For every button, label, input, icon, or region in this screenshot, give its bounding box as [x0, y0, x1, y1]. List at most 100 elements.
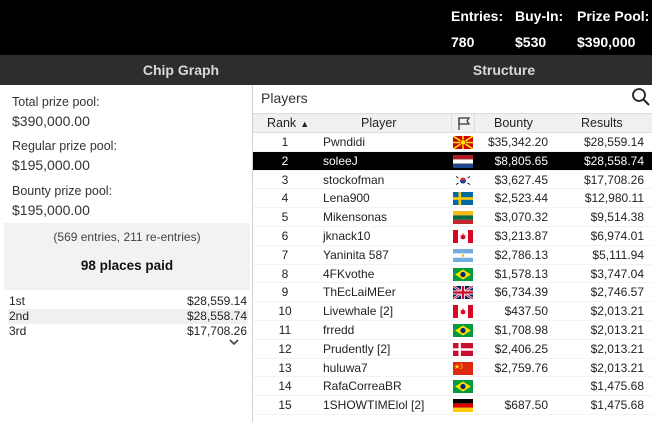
player-rank: 8: [281, 266, 289, 281]
tournament-header: Entries: 780 Buy-In: $530 Prize Pool: $3…: [0, 0, 652, 55]
player-result: $17,708.26: [583, 172, 644, 187]
player-row[interactable]: 11 frredd $1,708.98 $2,013.21: [253, 321, 652, 340]
denmark-flag: [453, 342, 473, 356]
results-column-header[interactable]: Results: [581, 114, 623, 133]
player-bounty: $687.50: [504, 398, 548, 413]
player-row[interactable]: 8 4FKvothe $1,578.13 $3,747.04: [253, 265, 652, 284]
total-prize-pool: Total prize pool: $390,000.00: [12, 95, 100, 129]
player-rank: 12: [278, 341, 292, 356]
buyin-value: $530: [515, 34, 547, 50]
player-rank: 7: [281, 247, 289, 262]
bounty-prize-pool-label: Bounty prize pool:: [12, 184, 113, 198]
player-result: $5,111.94: [592, 247, 644, 262]
player-rank: 10: [278, 304, 292, 319]
player-bounty: $3,070.32: [494, 210, 548, 225]
player-rank: 5: [281, 210, 289, 225]
player-bounty: $437.50: [504, 304, 548, 319]
player-bounty: $3,213.87: [494, 228, 548, 243]
players-table-body: 1 Pwndidi $35,342.20 $28,559.14 2 soleeJ $8,80…: [253, 133, 652, 415]
netherlands-flag: [453, 154, 473, 168]
player-rank: 14: [278, 379, 292, 394]
player-name: 4FKvothe: [323, 266, 375, 281]
player-name: RafaCorreaBR: [323, 379, 402, 394]
player-rank: 11: [278, 322, 292, 337]
player-rank: 2: [281, 153, 289, 168]
player-column-header[interactable]: Player: [361, 114, 396, 133]
player-row[interactable]: 3 stockofman $3,627.45 $17,708.26: [253, 171, 652, 190]
player-result: $2,013.21: [590, 304, 644, 319]
player-name: stockofman: [323, 172, 385, 187]
player-row[interactable]: 13 huluwa7 $2,759.76 $2,013.21: [253, 359, 652, 378]
player-row[interactable]: 14 RafaCorreaBR $1,475.68: [253, 377, 652, 397]
player-name: jknack10: [323, 228, 371, 243]
prize-pool-value: $390,000: [577, 34, 636, 50]
player-row[interactable]: 10 Livewhale [2] $437.50 $2,013.21: [253, 302, 652, 321]
search-icon[interactable]: [631, 87, 651, 107]
player-result: $1,475.68: [590, 398, 644, 413]
player-name: Prudently [2]: [323, 341, 391, 356]
player-row[interactable]: 1 Pwndidi $35,342.20 $28,559.14: [253, 133, 652, 152]
tab-chip-graph[interactable]: Chip Graph: [0, 55, 362, 85]
player-rank: 15: [278, 398, 292, 413]
player-row[interactable]: 7 Yaninita 587 $2,786.13 $5,111.94: [253, 246, 652, 265]
brazil-flag: [453, 380, 473, 394]
payout-list[interactable]: 1st $28,559.14 2nd $28,558.74 3rd $17,70…: [8, 294, 248, 339]
player-row[interactable]: 4 Lena900 $2,523.44 $12,980.11: [253, 189, 652, 209]
player-result: $2,013.21: [590, 360, 644, 375]
player-name: soleeJ: [323, 153, 358, 168]
rank-column-label: Rank: [267, 116, 297, 130]
chevron-down-icon[interactable]: [227, 337, 241, 347]
south-korea-flag: [453, 173, 473, 187]
payout-row: 3rd $17,708.26: [8, 324, 248, 339]
player-result: $28,559.14: [583, 135, 644, 149]
players-panel: Players Rank ▲ Player Bounty Results 1 Pwn…: [253, 85, 652, 422]
tab-structure[interactable]: Structure: [362, 55, 646, 85]
entries-stat: Entries: 780: [451, 8, 503, 50]
player-row[interactable]: 5 Mikensonas $3,070.32 $9,514.38: [253, 208, 652, 227]
player-row[interactable]: 15 1SHOWTIMElol [2] $687.50 $1,475.68: [253, 396, 652, 415]
north-macedonia-flag: [453, 136, 473, 149]
bounty-column-header[interactable]: Bounty: [494, 114, 533, 133]
player-result: $1,475.68: [590, 379, 644, 394]
player-name: Livewhale [2]: [323, 304, 394, 319]
payout-row: 1st $28,559.14: [8, 294, 248, 309]
players-title: Players: [261, 90, 308, 106]
total-prize-pool-label: Total prize pool:: [12, 95, 100, 109]
argentina-flag: [453, 248, 473, 262]
player-result: $6,974.01: [590, 228, 644, 243]
rank-column-header[interactable]: Rank ▲: [267, 114, 309, 133]
entries-value: 780: [451, 34, 475, 50]
players-table-header: Rank ▲ Player Bounty Results: [253, 113, 652, 133]
player-result: $12,980.11: [584, 191, 644, 206]
canada-flag: [453, 229, 473, 243]
player-row[interactable]: 6 jknack10 $3,213.87 $6,974.01: [253, 227, 652, 246]
entries-note: (569 entries, 211 re-entries): [53, 230, 201, 244]
player-bounty: $2,523.44: [494, 191, 548, 206]
player-row[interactable]: 12 Prudently [2] $2,406.25 $2,013.21: [253, 340, 652, 359]
player-result: $2,013.21: [590, 322, 644, 337]
buyin-stat: Buy-In: $530: [515, 8, 563, 50]
player-result: $28,558.74: [583, 153, 644, 168]
bounty-prize-pool: Bounty prize pool: $195,000.00: [12, 184, 112, 218]
player-result: $9,514.38: [590, 210, 644, 225]
germany-flag: [453, 399, 473, 413]
player-bounty: $1,708.98: [494, 322, 548, 337]
player-name: Lena900: [323, 191, 370, 206]
brazil-flag: [453, 267, 473, 281]
player-row[interactable]: 2 soleeJ $8,805.65 $28,558.74: [253, 151, 652, 171]
player-rank: 13: [278, 360, 292, 375]
player-rank: 6: [281, 228, 289, 243]
player-bounty: $2,786.13: [494, 247, 548, 262]
player-rank: 9: [281, 285, 289, 300]
brazil-flag: [453, 323, 473, 337]
lithuania-flag: [453, 211, 473, 225]
total-prize-pool-value: $390,000.00: [12, 113, 90, 129]
payout-row: 2nd $28,558.74: [8, 309, 248, 324]
player-name: Pwndidi: [323, 135, 366, 149]
china-flag: [453, 361, 473, 375]
player-row[interactable]: 9 ThEcLaiMEer $6,734.39 $2,746.57: [253, 283, 652, 303]
regular-prize-pool-label: Regular prize pool:: [12, 139, 117, 153]
player-bounty: $6,734.39: [494, 285, 548, 300]
player-bounty: $2,759.76: [494, 360, 548, 375]
country-column-header[interactable]: [451, 114, 475, 133]
